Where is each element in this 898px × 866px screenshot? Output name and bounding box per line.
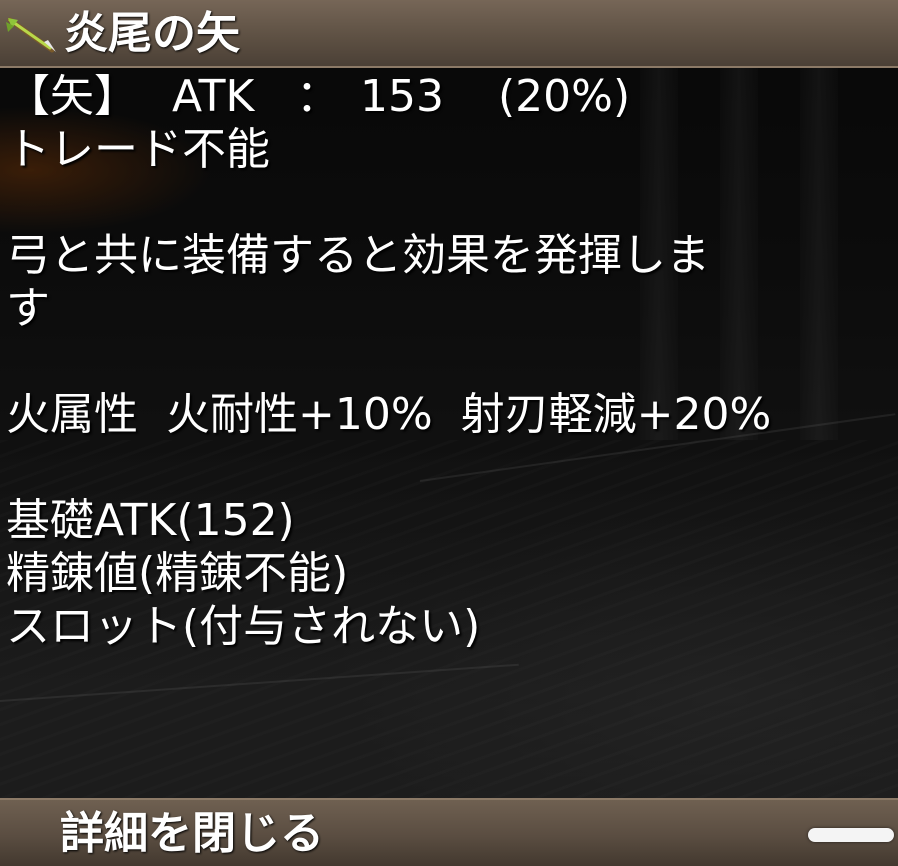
- stat-colon: ：: [296, 71, 340, 122]
- stat-name: ATK: [172, 71, 255, 122]
- trade-restriction: トレード不能: [6, 124, 270, 175]
- slot-info: スロット(付与されない): [6, 601, 481, 652]
- stat-line: 【矢】 ATK ： 153 (20%): [6, 70, 886, 123]
- item-title-bar: 炎尾の矢: [0, 0, 898, 68]
- refine-value: 精錬値(精錬不能): [6, 548, 349, 599]
- close-details-bar[interactable]: 詳細を閉じる: [0, 798, 898, 866]
- attribute-line: 火属性 火耐性+10% 射刃軽減+20%: [6, 389, 772, 440]
- item-type: 【矢】: [6, 71, 138, 122]
- scroll-handle[interactable]: [808, 828, 894, 842]
- item-name: 炎尾の矢: [64, 8, 240, 59]
- item-info: 【矢】 ATK： 153 (20%) トレード不能 弓と共に装備すると効果を発揮しま …: [6, 70, 886, 653]
- stat-value: 153: [360, 71, 444, 122]
- arrow-icon: [4, 12, 60, 56]
- base-atk: 基礎ATK(152): [6, 495, 295, 546]
- stat-percent: (20%): [498, 71, 631, 122]
- close-details-button[interactable]: 詳細を閉じる: [60, 806, 324, 862]
- item-detail-window: 炎尾の矢 【矢】 ATK ： 153 (20%) トレード不能 弓と共に装備すると効果を…: [0, 0, 898, 866]
- effect-description: 弓と共に装備すると効果を発揮しま: [6, 230, 710, 281]
- effect-description-cont: す: [6, 283, 50, 334]
